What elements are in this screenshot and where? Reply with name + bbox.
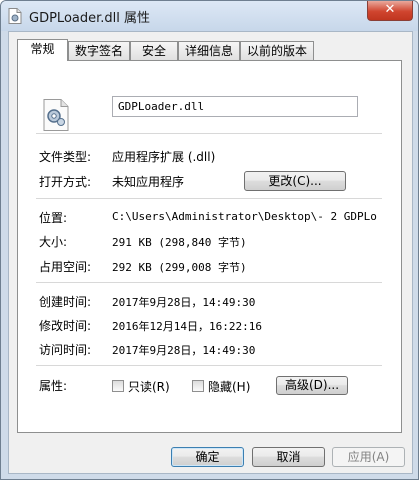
properties-window: GDPLoader.dll 属性 ✕ 常规 数字签名 安全 详细信息 以前的版本… <box>0 0 419 480</box>
size-on-disk-label: 占用空间: <box>39 260 92 274</box>
accessed-label: 访问时间: <box>39 343 92 357</box>
modified-value: 2016年12月14日，16:22:16 <box>112 320 262 333</box>
accessed-value: 2017年9月28日，14:49:30 <box>112 344 256 357</box>
title-bar[interactable]: GDPLoader.dll 属性 ✕ <box>1 1 418 31</box>
apply-button[interactable]: 应用(A) <box>332 447 405 467</box>
readonly-label[interactable]: 只读(R) <box>128 378 170 395</box>
attributes-label: 属性: <box>39 379 68 393</box>
size-value: 291 KB (298,840 字节) <box>112 236 247 249</box>
size-on-disk-value: 292 KB (299,008 字节) <box>112 261 247 274</box>
window-title: GDPLoader.dll 属性 <box>29 11 150 26</box>
location-value: C:\Users\Administrator\Desktop\- 2 GDPLo <box>112 210 377 223</box>
size-label: 大小: <box>39 235 68 249</box>
readonly-checkbox[interactable] <box>112 380 124 392</box>
divider <box>36 282 382 283</box>
file-type-label: 文件类型: <box>39 150 92 164</box>
tab-security[interactable]: 安全 <box>130 41 178 60</box>
cancel-button[interactable]: 取消 <box>252 447 325 467</box>
divider <box>36 198 382 199</box>
opens-with-value: 未知应用程序 <box>112 175 185 189</box>
divider <box>36 365 382 366</box>
opens-with-label: 打开方式: <box>39 175 92 189</box>
dll-file-icon <box>8 8 22 24</box>
created-value: 2017年9月28日，14:49:30 <box>112 296 256 309</box>
dialog-body: 常规 数字签名 安全 详细信息 以前的版本 文件类型: 应用程序扩展 (.dll… <box>8 31 413 474</box>
tab-general[interactable]: 常规 <box>17 39 68 61</box>
hidden-label[interactable]: 隐藏(H) <box>208 378 250 395</box>
created-label: 创建时间: <box>39 295 92 309</box>
divider <box>36 133 382 134</box>
hidden-checkbox[interactable] <box>192 380 204 392</box>
change-button[interactable]: 更改(C)... <box>244 171 346 191</box>
ok-button[interactable]: 确定 <box>171 447 244 467</box>
advanced-button[interactable]: 高级(D)... <box>276 376 348 395</box>
tab-digital-signatures[interactable]: 数字签名 <box>68 41 130 60</box>
tab-previous-versions[interactable]: 以前的版本 <box>240 41 314 60</box>
close-button[interactable]: ✕ <box>367 1 413 21</box>
location-label: 位置: <box>39 211 68 225</box>
tab-panel-general: 文件类型: 应用程序扩展 (.dll) 打开方式: 未知应用程序 更改(C)..… <box>17 60 402 433</box>
tab-details[interactable]: 详细信息 <box>178 41 240 60</box>
file-type-value: 应用程序扩展 (.dll) <box>112 150 216 164</box>
modified-label: 修改时间: <box>39 319 92 333</box>
file-name-input[interactable] <box>112 96 358 117</box>
dll-file-large-icon <box>43 99 69 131</box>
